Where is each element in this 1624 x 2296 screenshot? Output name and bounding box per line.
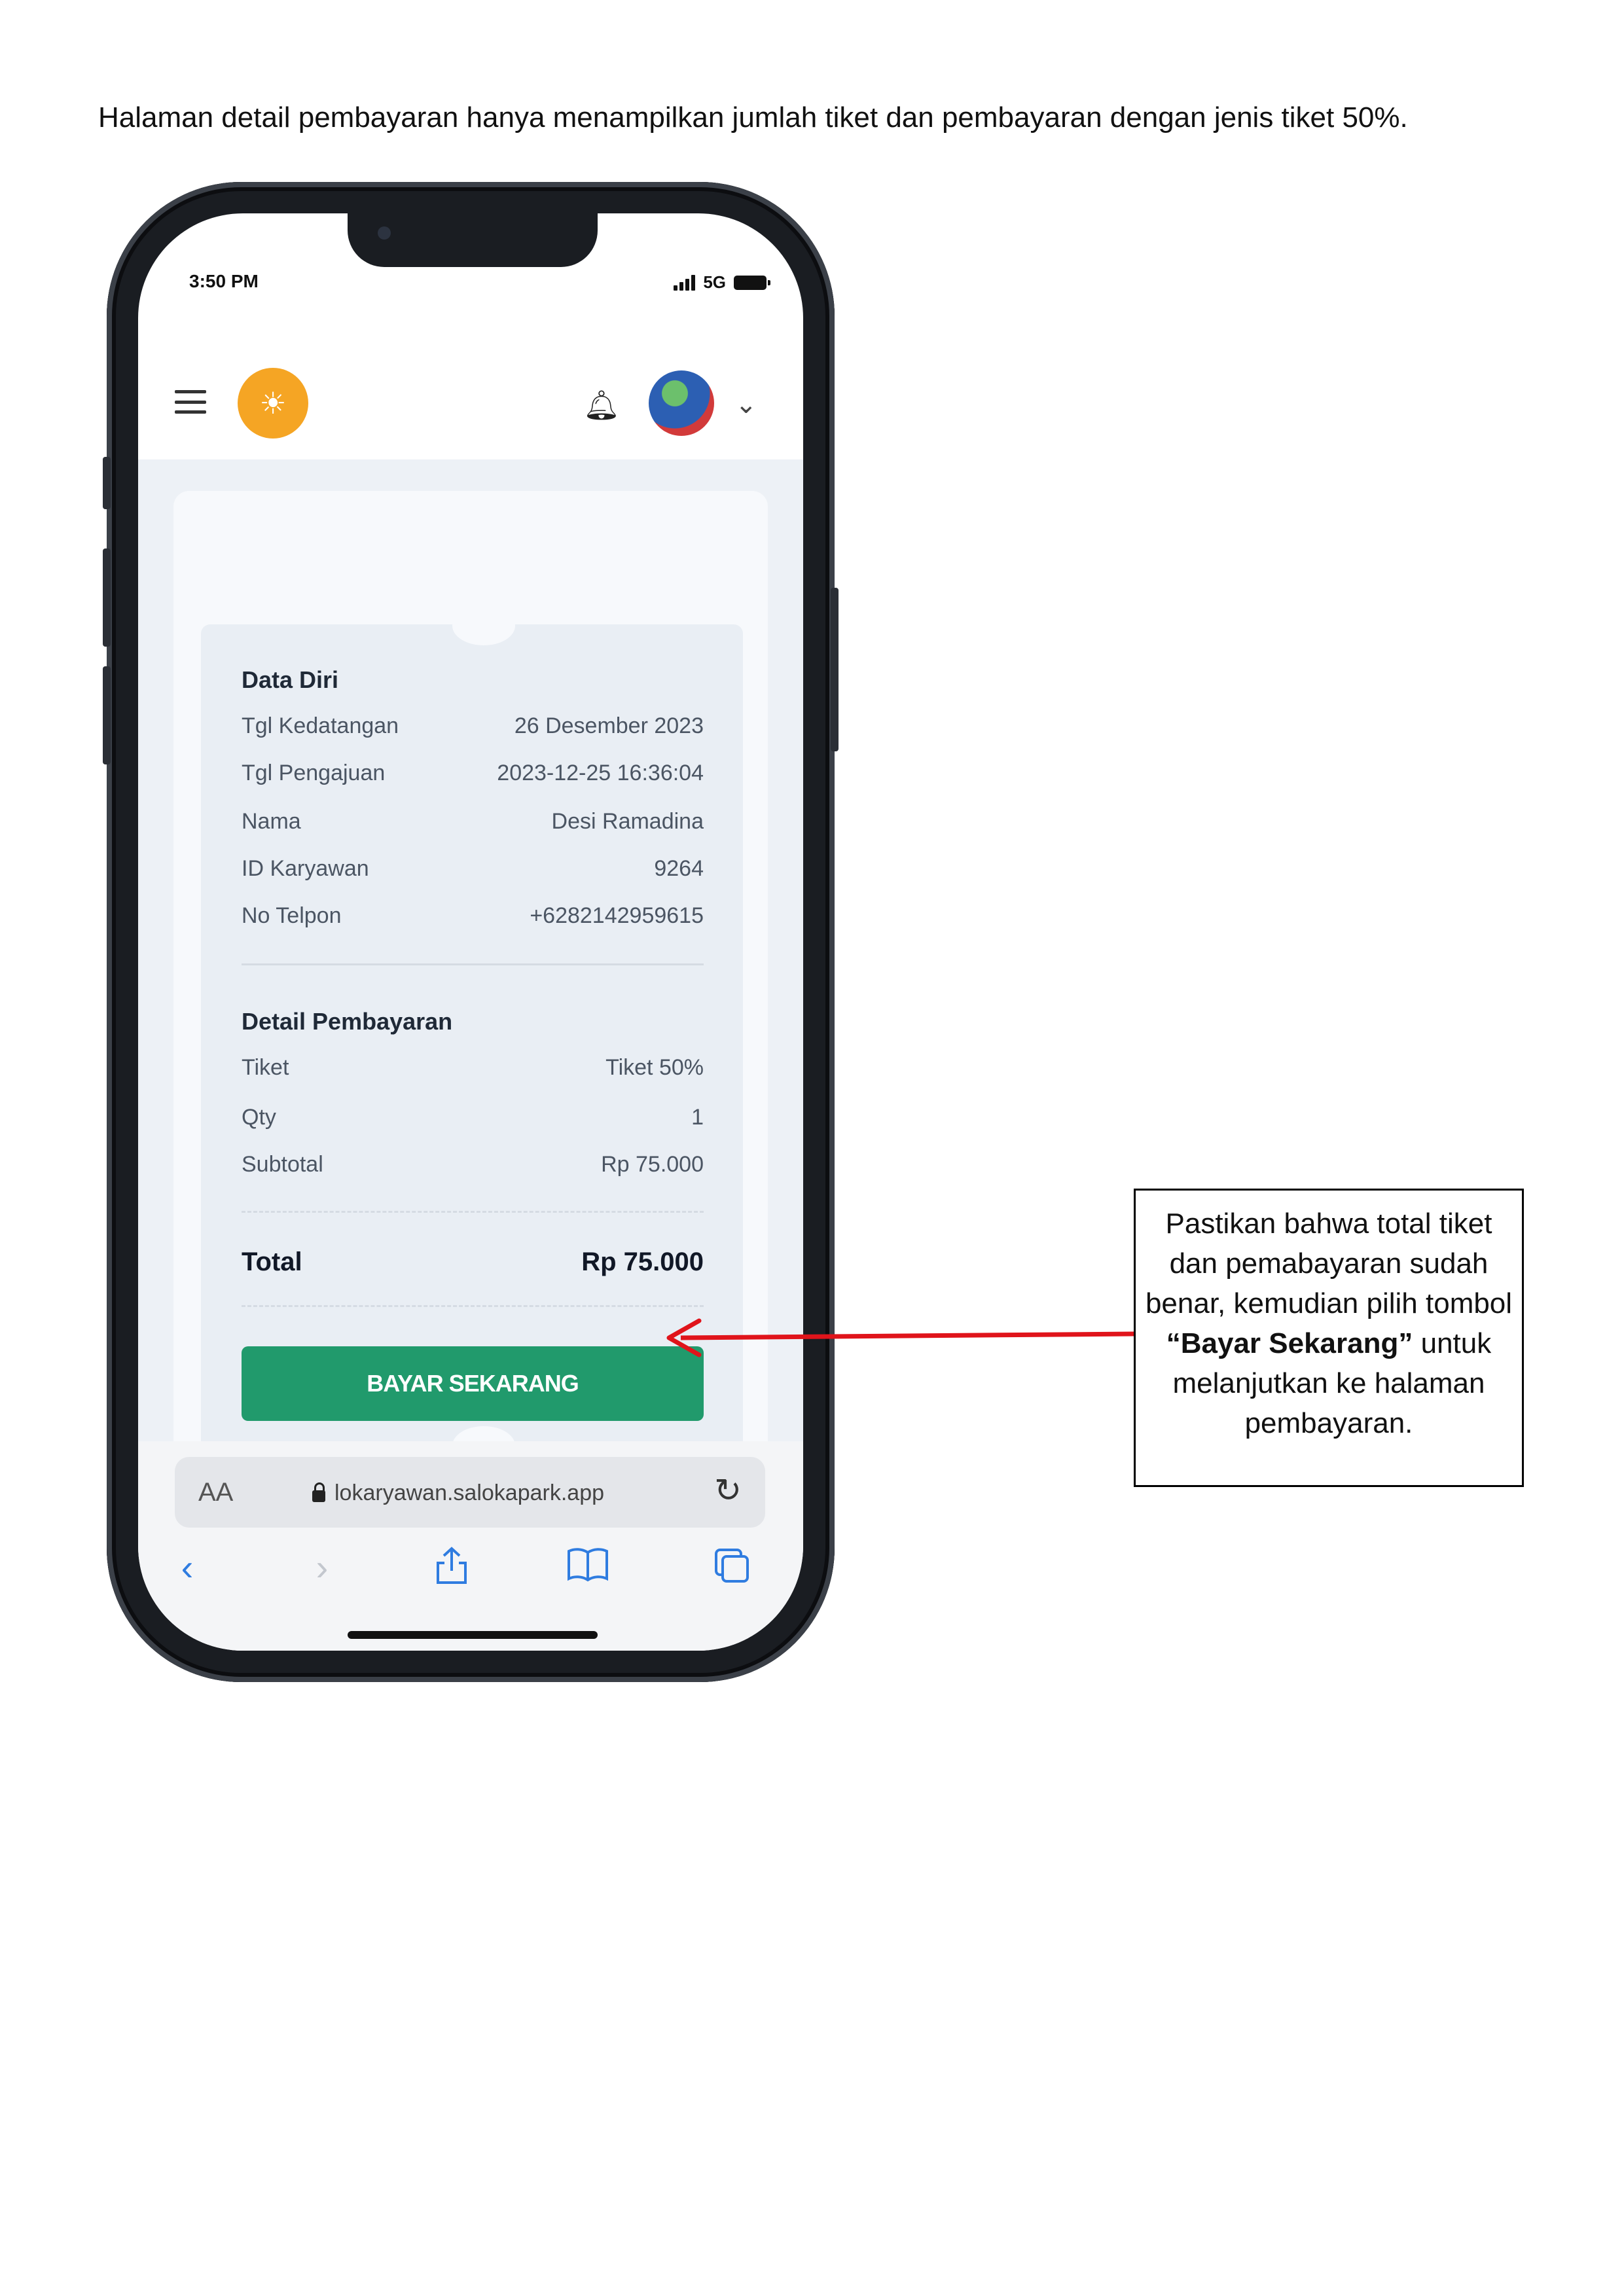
row-nama: Nama Desi Ramadina	[242, 809, 704, 834]
url-display[interactable]: lokaryawan.salokapark.app	[312, 1480, 604, 1506]
share-icon[interactable]	[429, 1546, 475, 1594]
url-text: lokaryawan.salokapark.app	[334, 1480, 605, 1505]
row-tgl-pengajuan: Tgl Pengajuan 2023-12-25 16:36:04	[242, 761, 704, 786]
bayar-sekarang-button[interactable]: BAYAR SEKARANG	[242, 1346, 704, 1421]
row-subtotal: Subtotal Rp 75.000	[242, 1152, 704, 1177]
divider-dashed	[242, 1211, 704, 1213]
network-label: 5G	[703, 272, 726, 292]
camera-icon	[378, 226, 391, 240]
notch	[348, 213, 598, 267]
app-header: ☀ 🔔︎ ⌄	[138, 331, 803, 459]
bell-icon[interactable]: 🔔︎	[583, 390, 620, 422]
row-label: Subtotal	[242, 1152, 323, 1177]
reload-icon[interactable]: ↻	[714, 1471, 742, 1509]
row-tiket: Tiket Tiket 50%	[242, 1055, 704, 1081]
row-no-telpon: No Telpon +6282142959615	[242, 903, 704, 929]
callout-bold-text: “Bayar Sekarang”	[1166, 1327, 1413, 1359]
avatar[interactable]	[649, 370, 714, 436]
browser-nav: ‹ ›	[138, 1546, 803, 1598]
row-label: Tgl Pengajuan	[242, 761, 386, 785]
phone-screen: 3:50 PM 5G ☀ 🔔︎ ⌄ Data Diri Tgl Kedatang…	[138, 213, 803, 1651]
row-value: +6282142959615	[530, 903, 704, 928]
address-bar[interactable]: AA lokaryawan.salokapark.app ↻	[175, 1457, 765, 1528]
row-label: Tiket	[242, 1055, 289, 1080]
chevron-down-icon[interactable]: ⌄	[735, 391, 761, 418]
tabs-icon[interactable]	[709, 1546, 755, 1594]
browser-toolbar: AA lokaryawan.salokapark.app ↻ ‹ ›	[138, 1441, 803, 1651]
row-label: ID Karyawan	[242, 856, 369, 881]
menu-icon[interactable]	[175, 390, 206, 414]
annotation-callout: Pastikan bahwa total tiket dan pemabayar…	[1134, 1189, 1524, 1487]
signal-icon	[674, 274, 696, 291]
text-size-button[interactable]: AA	[198, 1478, 233, 1507]
total-value: Rp 75.000	[581, 1247, 704, 1276]
total-row: Total Rp 75.000	[242, 1247, 704, 1277]
battery-icon	[734, 275, 770, 290]
row-value: 1	[691, 1105, 704, 1130]
home-indicator	[348, 1631, 598, 1639]
divider	[242, 963, 704, 965]
ticket-panel: Data Diri Tgl Kedatangan 26 Desember 202…	[201, 606, 743, 1475]
status-indicators: 5G	[674, 272, 770, 293]
status-time: 3:50 PM	[189, 271, 259, 291]
row-value: Tiket 50%	[605, 1055, 704, 1080]
divider-dashed	[242, 1305, 704, 1307]
row-label: Qty	[242, 1105, 276, 1130]
bookmarks-icon[interactable]	[565, 1546, 611, 1591]
row-id-karyawan: ID Karyawan 9264	[242, 856, 704, 882]
row-label: Tgl Kedatangan	[242, 713, 399, 738]
row-label: No Telpon	[242, 903, 342, 928]
callout-text-1: Pastikan bahwa total tiket dan pemabayar…	[1145, 1208, 1513, 1319]
ticket-notch-top	[452, 606, 515, 645]
intro-text: Halaman detail pembayaran hanya menampil…	[98, 101, 1408, 134]
row-value: 26 Desember 2023	[514, 713, 704, 738]
sun-logo-icon[interactable]: ☀	[238, 368, 308, 439]
row-tgl-kedatangan: Tgl Kedatangan 26 Desember 2023	[242, 713, 704, 739]
volume-up-button	[103, 548, 111, 647]
detail-pembayaran-title: Detail Pembayaran	[242, 1008, 453, 1035]
row-value: 9264	[654, 856, 704, 881]
lock-icon	[312, 1482, 325, 1502]
phone-mockup: 3:50 PM 5G ☀ 🔔︎ ⌄ Data Diri Tgl Kedatang…	[103, 182, 839, 1682]
row-label: Nama	[242, 809, 301, 834]
row-qty: Qty 1	[242, 1105, 704, 1130]
power-button	[831, 588, 839, 751]
forward-icon[interactable]: ›	[299, 1546, 345, 1588]
back-icon[interactable]: ‹	[164, 1546, 210, 1588]
row-value: 2023-12-25 16:36:04	[497, 761, 704, 785]
volume-down-button	[103, 666, 111, 764]
row-value: Rp 75.000	[601, 1152, 704, 1177]
mute-switch	[103, 457, 111, 509]
total-label: Total	[242, 1247, 302, 1276]
data-diri-title: Data Diri	[242, 666, 339, 693]
row-value: Desi Ramadina	[551, 809, 704, 834]
